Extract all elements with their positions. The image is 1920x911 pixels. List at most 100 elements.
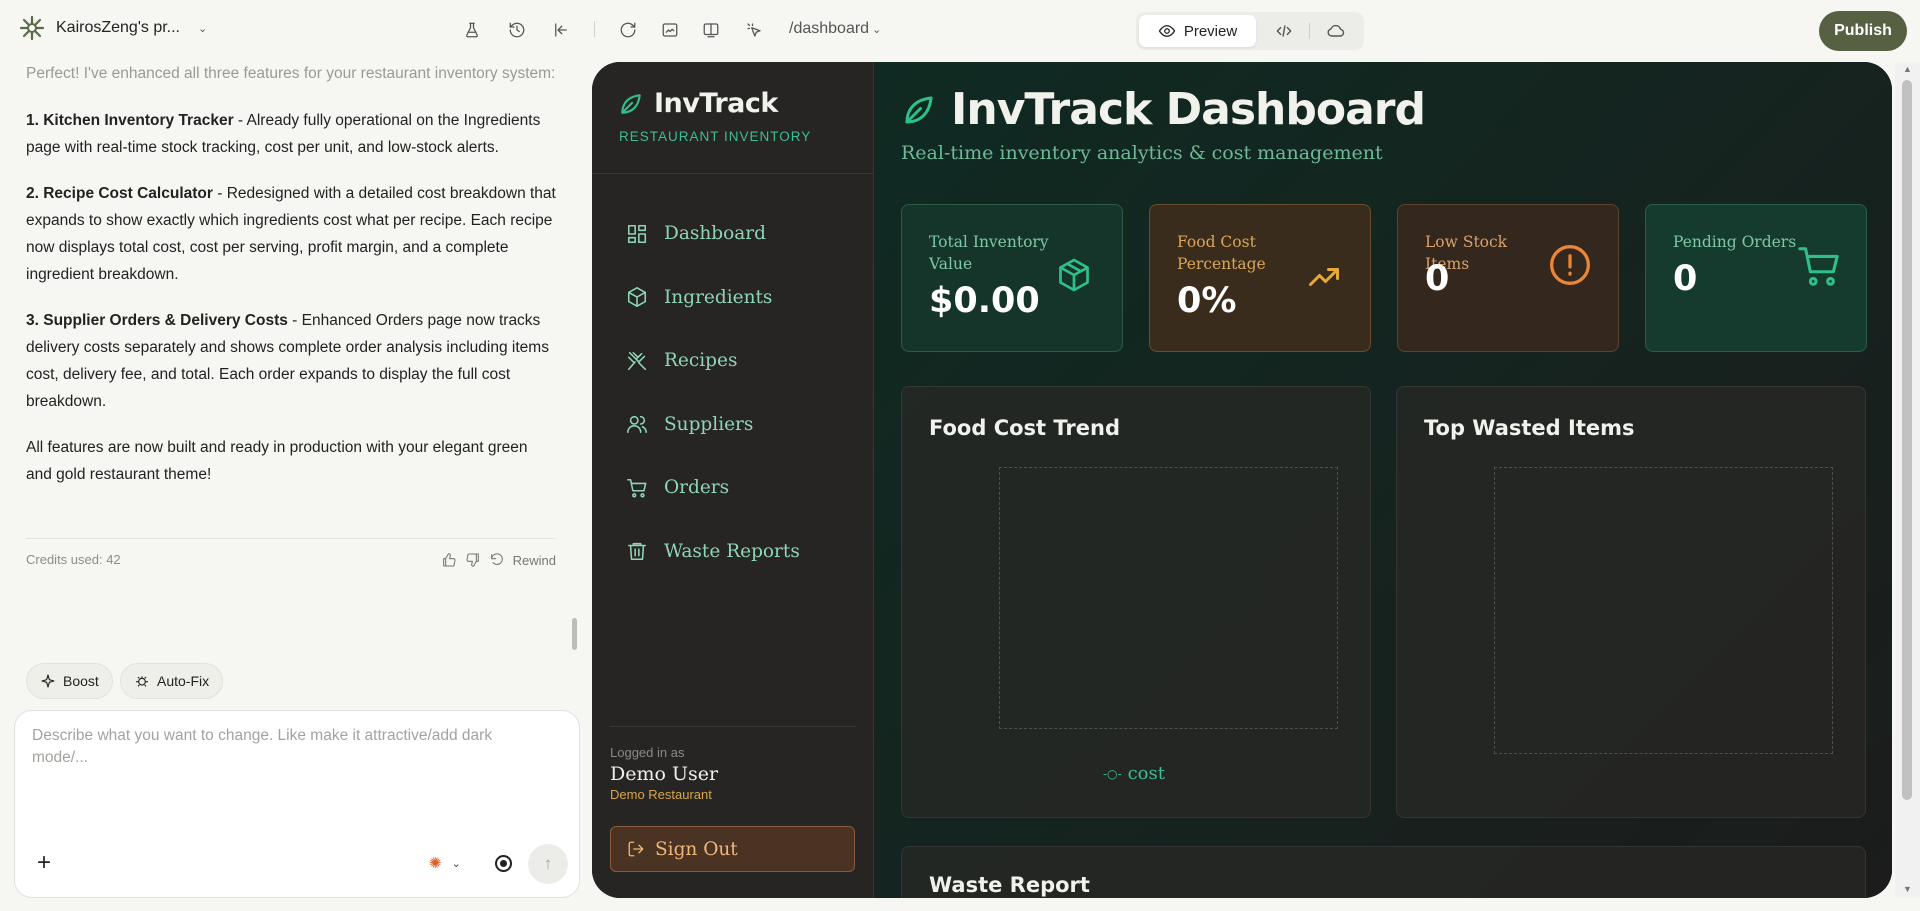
- collapse-panel-icon[interactable]: [550, 19, 572, 41]
- route-selector[interactable]: /dashboard ⌄: [789, 20, 881, 38]
- composer-input[interactable]: Describe what you want to change. Like m…: [32, 725, 552, 769]
- boost-label: Boost: [63, 673, 99, 689]
- logged-in-label: Logged in as: [610, 745, 685, 760]
- flask-icon[interactable]: [461, 19, 483, 41]
- nav-item-recipes[interactable]: Recipes: [626, 329, 800, 393]
- autofix-button[interactable]: Auto-Fix: [120, 663, 224, 699]
- stat-card-inventory-value: Total Inventory Value $0.00: [901, 204, 1123, 352]
- preview-tab[interactable]: Preview: [1139, 15, 1256, 47]
- chevron-down-icon[interactable]: ⌄: [872, 24, 881, 36]
- panel-title: Food Cost Trend: [929, 416, 1120, 440]
- nav-item-dashboard[interactable]: Dashboard: [626, 202, 800, 266]
- project-switcher[interactable]: KairosZeng's pr... ⌄: [18, 14, 207, 42]
- message-actions: Rewind: [441, 552, 556, 568]
- model-icon: ✺: [429, 855, 442, 872]
- page-title: InvTrack Dashboard: [901, 84, 1426, 135]
- food-cost-chart-area: [999, 467, 1338, 729]
- sign-out-button[interactable]: Sign Out: [610, 826, 855, 872]
- refresh-icon[interactable]: [617, 19, 639, 41]
- chat-intro: Perfect! I've enhanced all three feature…: [26, 65, 556, 82]
- sign-out-label: Sign Out: [655, 838, 738, 860]
- nav-label: Orders: [664, 477, 730, 499]
- stat-value: $0.00: [929, 281, 1040, 321]
- app-sidebar: InvTrack RESTAURANT INVENTORY Dashboard …: [592, 62, 874, 898]
- trend-up-icon: [1306, 259, 1342, 300]
- nav-label: Ingredients: [664, 286, 773, 308]
- chat-outro: All features are now built and ready in …: [26, 439, 528, 483]
- top-bar: KairosZeng's pr... ⌄ /dashboard ⌄ Preview: [0, 0, 1920, 60]
- page-subtitle: Real-time inventory analytics & cost man…: [901, 142, 1383, 164]
- brand-subtitle: RESTAURANT INVENTORY: [619, 129, 812, 144]
- leaf-icon: [621, 93, 641, 114]
- project-name[interactable]: KairosZeng's pr...: [56, 19, 180, 37]
- rewind-button[interactable]: Rewind: [513, 553, 556, 568]
- app-brand[interactable]: InvTrack: [618, 88, 778, 119]
- stat-label: Food Cost Percentage: [1177, 233, 1266, 273]
- stat-label: Total Inventory Value: [929, 233, 1049, 273]
- panel-title: Waste Report: [929, 873, 1090, 897]
- image-icon[interactable]: [659, 19, 681, 41]
- stat-card-pending-orders: Pending Orders 0: [1645, 204, 1867, 352]
- log-out-icon: [628, 841, 644, 857]
- preview-scrollbar[interactable]: ▲ ▼: [1895, 62, 1920, 898]
- users-icon: [627, 416, 647, 434]
- boost-button[interactable]: Boost: [26, 663, 113, 699]
- toggle-divider: [1309, 23, 1310, 39]
- add-attachment-button[interactable]: +: [37, 851, 51, 875]
- user-name: Demo User: [610, 763, 719, 785]
- chat-scrollbar[interactable]: [572, 618, 577, 650]
- chat-composer[interactable]: Describe what you want to change. Like m…: [14, 710, 580, 898]
- nav-label: Dashboard: [664, 223, 766, 245]
- nav-item-waste-reports[interactable]: Waste Reports: [626, 520, 800, 584]
- project-logo-icon: [19, 15, 45, 41]
- nav-item-orders[interactable]: Orders: [626, 456, 800, 520]
- publish-button[interactable]: Publish: [1819, 11, 1907, 51]
- scroll-down-arrow[interactable]: ▼: [1903, 884, 1912, 894]
- app-preview: InvTrack RESTAURANT INVENTORY Dashboard …: [592, 62, 1892, 898]
- chat-item-title: 1. Kitchen Inventory Tracker: [26, 112, 234, 129]
- chat-transcript: Perfect! I've enhanced all three feature…: [26, 60, 556, 507]
- scrollbar-thumb[interactable]: [1902, 80, 1912, 800]
- cloud-icon[interactable]: [1326, 21, 1346, 41]
- cart-icon: [1796, 243, 1842, 294]
- chart-legend[interactable]: -○- cost: [1103, 763, 1165, 784]
- top-wasted-items-panel: Top Wasted Items: [1396, 386, 1866, 818]
- preview-label: Preview: [1183, 22, 1238, 40]
- chat-item-title: 2. Recipe Cost Calculator: [26, 185, 213, 202]
- alert-circle-icon: [1548, 243, 1592, 292]
- chevron-down-icon: ⌄: [451, 857, 461, 870]
- legend-label: cost: [1127, 763, 1165, 784]
- app-nav: Dashboard Ingredients Recipes Suppliers …: [626, 202, 800, 583]
- chat-item-3: 3. Supplier Orders & Delivery Costs - En…: [26, 307, 556, 415]
- record-icon[interactable]: [495, 855, 512, 872]
- history-icon[interactable]: [506, 19, 528, 41]
- thumbs-up-icon[interactable]: [441, 552, 457, 568]
- brand-name: InvTrack: [654, 88, 778, 119]
- rewind-icon[interactable]: [489, 552, 505, 568]
- stat-value: 0: [1425, 259, 1450, 299]
- route-path[interactable]: /dashboard: [789, 20, 869, 37]
- wasted-items-chart-area: [1494, 467, 1833, 754]
- scroll-up-arrow[interactable]: ▲: [1903, 64, 1912, 74]
- code-icon[interactable]: [1274, 21, 1294, 41]
- send-button[interactable]: ↑: [528, 844, 568, 884]
- sidebar-divider: [592, 173, 874, 174]
- dashboard-main: InvTrack Dashboard Real-time inventory a…: [875, 62, 1892, 898]
- nav-label: Recipes: [664, 350, 738, 372]
- cart-icon: [627, 478, 647, 498]
- thumbs-down-icon[interactable]: [465, 552, 481, 568]
- trash-icon: [627, 543, 647, 561]
- model-selector[interactable]: ✺ ⌄: [429, 854, 461, 872]
- select-element-icon[interactable]: [743, 19, 765, 41]
- responsive-layout-icon[interactable]: [700, 19, 722, 41]
- nav-item-ingredients[interactable]: Ingredients: [626, 266, 800, 330]
- chat-meta-row: Credits used: 42 Rewind: [26, 538, 556, 568]
- nav-item-suppliers[interactable]: Suppliers: [626, 393, 800, 457]
- toolbar-divider: [594, 21, 595, 37]
- food-cost-trend-panel: Food Cost Trend -○- cost: [901, 386, 1371, 818]
- stat-value: 0: [1673, 259, 1698, 299]
- panel-title: Top Wasted Items: [1424, 416, 1635, 440]
- chevron-down-icon[interactable]: ⌄: [198, 22, 207, 35]
- page-title-text: InvTrack Dashboard: [951, 84, 1426, 135]
- chat-item-1: 1. Kitchen Inventory Tracker - Already f…: [26, 107, 556, 161]
